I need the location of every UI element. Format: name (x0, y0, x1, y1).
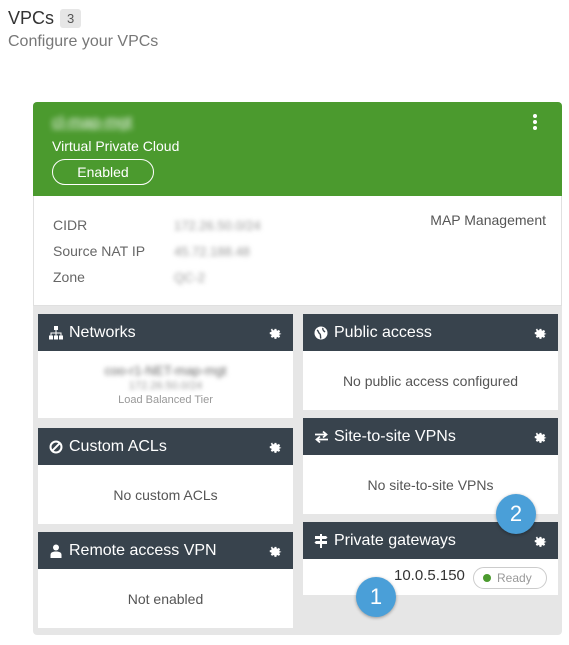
vpc-name-link[interactable]: cl-map-mgt (52, 114, 132, 132)
annotation-marker-2: 2 (496, 494, 536, 534)
exchange-icon (313, 429, 329, 445)
zone-value: QC-2 (174, 270, 206, 285)
networks-gear-icon[interactable] (266, 324, 283, 341)
vpc-card-header: cl-map-mgt Virtual Private Cloud Enabled (33, 102, 562, 196)
public-access-title: Public access (334, 323, 432, 341)
signpost-icon (313, 533, 329, 549)
gateway-ip-link[interactable]: 10.0.5.150 (394, 567, 465, 584)
custom-acls-gear-icon[interactable] (266, 438, 283, 455)
remote-vpn-header: Remote access VPN (38, 532, 293, 569)
networks-header: Networks (38, 314, 293, 351)
networks-body: coo-r1-NET-map-mgt 172.26.50.0/24 Load B… (38, 351, 293, 418)
gateway-row: 10.0.5.150 Ready (303, 559, 558, 593)
custom-acls-empty: No custom ACLs (113, 486, 218, 503)
custom-acls-section: Custom ACLs No custom ACLs (38, 428, 293, 524)
status-dot-icon (483, 574, 491, 582)
site-to-site-gear-icon[interactable] (531, 428, 548, 445)
page-title: VPCs (8, 8, 55, 28)
vpc-type-label: Virtual Private Cloud (52, 138, 180, 154)
network-cidr: 172.26.50.0/24 (128, 380, 203, 392)
private-gateways-title: Private gateways (334, 531, 456, 549)
public-access-empty: No public access configured (342, 372, 519, 389)
ban-icon (48, 439, 64, 455)
custom-acls-header: Custom ACLs (38, 428, 293, 465)
annotation-marker-1: 1 (356, 577, 396, 617)
page-header: VPCs 3 Configure your VPCs (8, 8, 158, 51)
remote-vpn-status: Not enabled (127, 590, 204, 607)
private-gateways-gear-icon[interactable] (531, 532, 548, 549)
gateway-status-badge: Ready (473, 567, 547, 589)
networks-section: Networks coo-r1-NET-map-mgt 172.26.50.0/… (38, 314, 293, 418)
remote-vpn-title: Remote access VPN (69, 541, 217, 559)
vpc-info-panel: CIDR 172.26.50.0/24 Source NAT IP 45.72.… (33, 196, 562, 306)
custom-acls-title: Custom ACLs (69, 437, 167, 455)
network-tier: Load Balanced Tier (118, 394, 213, 406)
source-nat-label: Source NAT IP (53, 243, 146, 259)
site-to-site-header: Site-to-site VPNs (303, 418, 558, 455)
vpc-card: cl-map-mgt Virtual Private Cloud Enabled… (33, 102, 562, 635)
sitemap-icon (48, 325, 64, 341)
globe-icon (313, 325, 329, 341)
vpc-count-badge: 3 (60, 9, 82, 28)
public-access-header: Public access (303, 314, 558, 351)
networks-title: Networks (69, 323, 136, 341)
cidr-value: 172.26.50.0/24 (174, 218, 261, 233)
network-name-link[interactable]: coo-r1-NET-map-mgt (104, 363, 226, 378)
remote-vpn-section: Remote access VPN Not enabled (38, 532, 293, 628)
site-to-site-title: Site-to-site VPNs (334, 427, 456, 445)
project-name: MAP Management (430, 212, 546, 228)
user-icon (48, 543, 64, 559)
status-badge: Enabled (52, 159, 154, 185)
more-actions-icon[interactable] (530, 114, 540, 130)
page-subtitle: Configure your VPCs (8, 33, 159, 50)
source-nat-value: 45.72.188.48 (174, 244, 250, 259)
public-access-gear-icon[interactable] (531, 324, 548, 341)
public-access-section: Public access No public access configure… (303, 314, 558, 410)
cidr-label: CIDR (53, 217, 88, 233)
zone-label: Zone (53, 269, 85, 285)
remote-vpn-gear-icon[interactable] (266, 542, 283, 559)
gateway-status-label: Ready (497, 571, 532, 585)
